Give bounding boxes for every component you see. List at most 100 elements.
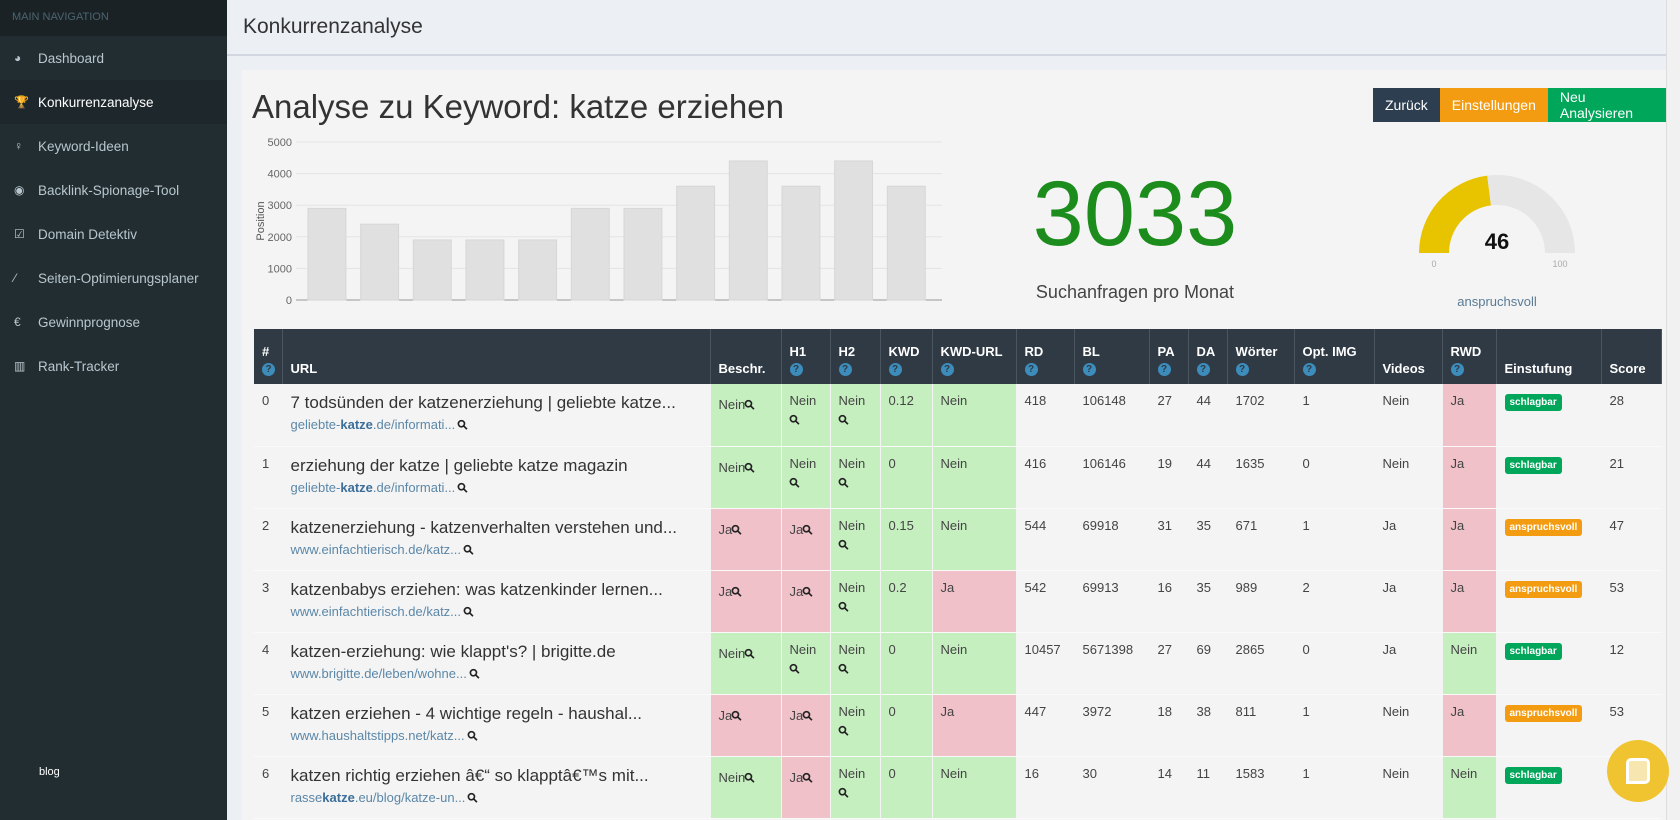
search-volume-label: Suchanfragen pro Monat (1035, 282, 1235, 302)
result-url[interactable]: geliebte-katze.de/informati...⚲ (291, 478, 702, 496)
result-url[interactable]: www.einfachtierisch.de/katz...⚲ (291, 540, 702, 558)
result-url[interactable]: geliebte-katze.de/informati...⚲ (291, 416, 702, 434)
search-icon[interactable]: ⚲ (454, 416, 472, 434)
sidebar-item-rank-tracker[interactable]: ▥ Rank-Tracker (0, 344, 227, 388)
result-title[interactable]: katzenerziehung - katzenverhalten verste… (291, 518, 702, 538)
help-icon[interactable]: ? (1302, 363, 1316, 376)
search-icon[interactable]: ⚲ (785, 411, 803, 429)
sidebar-item-backlink-spionage-tool[interactable]: ◉ Backlink-Spionage-Tool (0, 168, 227, 212)
help-icon[interactable]: ? (838, 363, 852, 376)
result-url[interactable]: www.einfachtierisch.de/katz...⚲ (291, 602, 702, 620)
column-header[interactable]: KWD-URL? (932, 329, 1017, 384)
result-url[interactable]: rassekatze.eu/blog/katze-un...⚲ (291, 788, 702, 806)
column-header[interactable]: Score (1601, 329, 1662, 384)
help-icon[interactable]: ? (1082, 363, 1096, 376)
result-title[interactable]: katzenbabys erziehen: was katzenkinder l… (291, 580, 702, 600)
sidebar-item-konkurrenzanalyse[interactable]: 🏆 Konkurrenzanalyse (0, 80, 227, 124)
result-title[interactable]: katzen erziehen - 4 wichtige regeln - ha… (291, 704, 702, 724)
search-icon[interactable]: ⚲ (834, 535, 852, 553)
checkbox-icon: ☑ (14, 227, 25, 241)
result-title[interactable]: erziehung der katze | geliebte katze mag… (291, 456, 702, 476)
search-icon[interactable]: ⚲ (460, 602, 478, 620)
column-header[interactable]: KWD? (880, 329, 933, 384)
scrollbar[interactable] (1666, 0, 1680, 820)
column-header[interactable]: RD? (1016, 329, 1075, 384)
column-header[interactable]: BL? (1074, 329, 1150, 384)
kwd-url-cell: Nein (932, 508, 1017, 571)
reanalyze-button[interactable]: Neu Analysieren (1547, 88, 1666, 122)
chat-widget-button[interactable] (1607, 740, 1669, 802)
videos-cell-value: Nein (1382, 393, 1410, 408)
table-row: 6 katzen richtig erziehen â€“ so klapptâ€… (254, 756, 1662, 819)
column-header[interactable]: Beschr. (710, 329, 782, 384)
search-icon[interactable]: ⚲ (785, 473, 803, 491)
column-header[interactable]: Wörter? (1227, 329, 1295, 384)
result-url[interactable]: www.brigitte.de/leben/wohne...⚲ (291, 664, 702, 682)
search-icon[interactable]: ⚲ (834, 411, 852, 429)
rwd-cell: Ja (1442, 694, 1497, 757)
help-icon[interactable]: ? (789, 363, 803, 376)
blog-link[interactable]: blog (39, 766, 60, 778)
magic-wand-icon: ⁄ (14, 271, 17, 285)
kwd-url-cell-value: Ja (940, 579, 955, 595)
pa-cell: 16 (1149, 570, 1189, 633)
help-icon[interactable]: ? (1235, 363, 1249, 376)
column-header[interactable]: PA? (1149, 329, 1189, 384)
help-icon[interactable]: ? (1157, 363, 1171, 376)
column-header[interactable]: DA? (1188, 329, 1228, 384)
column-header[interactable]: Opt. IMG? (1294, 329, 1375, 384)
column-header[interactable]: H2? (830, 329, 881, 384)
help-icon[interactable]: ? (1450, 363, 1464, 376)
column-header[interactable]: H1? (781, 329, 831, 384)
search-icon[interactable]: ⚲ (785, 659, 803, 677)
sidebar-item-seiten-optimierungsplaner[interactable]: ⁄ Seiten-Optimierungsplaner (0, 256, 227, 300)
column-header[interactable]: RWD? (1442, 329, 1497, 384)
kwd-url-cell: Nein (932, 632, 1017, 695)
sidebar-item-domain detektiv[interactable]: ☑ Domain Detektiv (0, 212, 227, 256)
column-header[interactable]: Einstufung (1496, 329, 1602, 384)
h1-cell-value: Nein (789, 641, 817, 657)
help-icon[interactable]: ? (888, 363, 902, 376)
kwd-url-cell-value: Nein (940, 393, 968, 408)
row-index-value: 5 (262, 703, 270, 719)
y-tick-label: 0 (286, 295, 292, 307)
dashboard-icon: ◕ (14, 51, 22, 65)
sidebar-item-gewinnprognose[interactable]: € Gewinnprognose (0, 300, 227, 344)
result-title[interactable]: katzen richtig erziehen â€“ so klapptâ€™… (291, 766, 702, 786)
bar (465, 239, 505, 301)
help-icon[interactable]: ? (1196, 363, 1210, 376)
search-icon[interactable]: ⚲ (460, 540, 478, 558)
sidebar-item-keyword-ideen[interactable]: ♀ Keyword-Ideen (0, 124, 227, 168)
column-header[interactable]: #? (254, 329, 283, 384)
img-cell: 1 (1294, 508, 1375, 571)
search-icon[interactable]: ⚲ (834, 597, 852, 615)
settings-button[interactable]: Einstellungen (1439, 88, 1548, 122)
score-cell-value: 53 (1609, 579, 1624, 595)
column-header[interactable]: Videos (1374, 329, 1443, 384)
help-icon[interactable]: ? (1024, 363, 1038, 376)
search-icon[interactable]: ⚲ (834, 659, 852, 677)
back-button[interactable]: Zurück (1373, 88, 1440, 122)
videos-cell: Nein (1374, 446, 1443, 509)
help-icon[interactable]: ? (262, 363, 275, 376)
search-icon[interactable]: ⚲ (834, 721, 852, 739)
result-url[interactable]: www.haushaltstipps.net/katz...⚲ (291, 726, 702, 744)
sidebar-item-dashboard[interactable]: ◕ Dashboard (0, 36, 227, 80)
search-icon[interactable]: ⚲ (454, 478, 472, 496)
pa-cell: 27 (1149, 384, 1189, 447)
search-icon[interactable]: ⚲ (834, 473, 852, 491)
rwd-cell-value: Ja (1450, 393, 1465, 408)
result-title[interactable]: 7 todsünden der katzenerziehung | gelieb… (291, 393, 702, 413)
search-icon[interactable]: ⚲ (464, 788, 482, 806)
bl-cell: 106148 (1074, 384, 1150, 447)
result-title[interactable]: katzen-erziehung: wie klappt's? | brigit… (291, 642, 702, 662)
sidebar-item-label: Rank-Tracker (38, 358, 120, 374)
search-icon[interactable]: ⚲ (834, 783, 852, 801)
search-icon[interactable]: ⚲ (463, 726, 481, 744)
search-icon[interactable]: ⚲ (466, 664, 484, 682)
rating-cell: schlagbar (1496, 756, 1602, 819)
bl-cell: 5671398 (1074, 632, 1150, 695)
position-bar-chart: 0 1000 2000 3000 4000 5000 Position (255, 137, 942, 307)
help-icon[interactable]: ? (940, 363, 954, 376)
column-header[interactable]: URL (282, 329, 711, 384)
